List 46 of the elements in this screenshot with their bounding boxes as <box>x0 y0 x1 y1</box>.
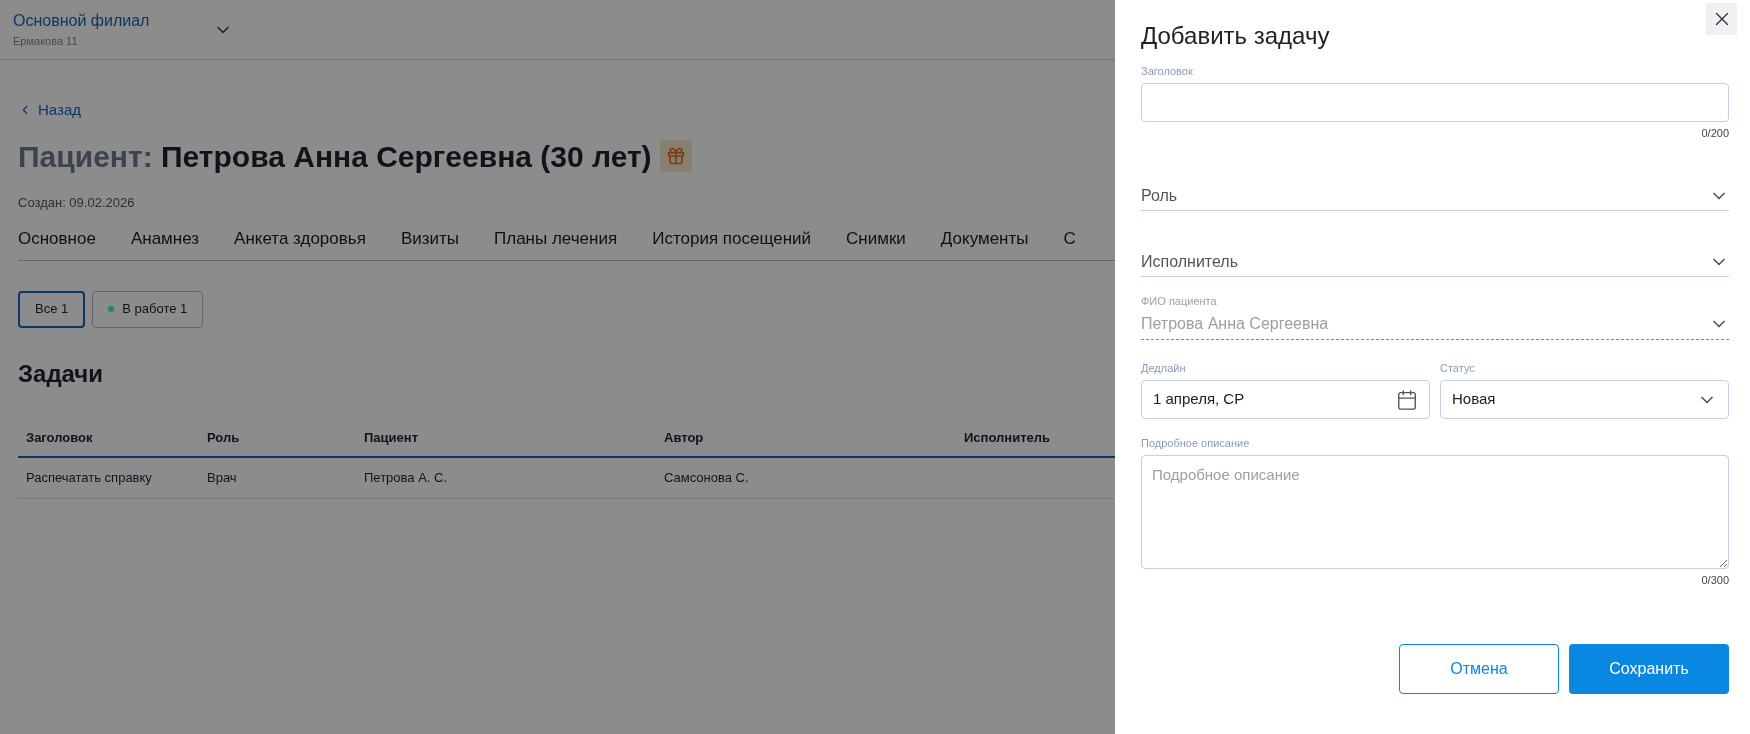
status-select[interactable]: Новая <box>1440 380 1729 419</box>
table-cell-text: Петрова А. С. <box>364 468 449 487</box>
tab[interactable]: Визиты <box>400 226 459 252</box>
tab[interactable]: История посещений <box>652 226 812 252</box>
column-header: Пациент <box>364 428 419 447</box>
select-field[interactable]: Роль <box>1141 181 1729 211</box>
tab[interactable]: Основное <box>18 226 96 252</box>
field-label: Подробное описание <box>1141 436 1251 451</box>
tab[interactable]: С <box>1063 226 1076 252</box>
table-cell-text: Самсонова С. <box>664 468 750 487</box>
char-counter: 0/200 <box>1701 125 1729 141</box>
column-header: Заголовок <box>26 428 94 447</box>
close-button[interactable] <box>1706 3 1737 35</box>
tab[interactable]: Анамнез <box>130 226 200 252</box>
table-cell-text: Врач <box>207 468 238 487</box>
calendar-icon[interactable] <box>1396 388 1418 411</box>
gift-icon[interactable] <box>659 140 692 172</box>
title-input[interactable] <box>1141 82 1729 122</box>
tab[interactable]: Анкета здоровья <box>234 226 366 252</box>
drawer-title: Добавить задачу <box>1141 21 1330 51</box>
column-header: Исполнитель <box>964 428 1051 447</box>
tab[interactable]: Снимки <box>846 226 906 252</box>
column-header: Роль <box>207 428 241 447</box>
save-button[interactable]: Сохранить <box>1569 644 1729 694</box>
branch-address: Ермакова 11 <box>13 34 79 50</box>
date-value: 1 апреля, СР <box>1153 389 1245 410</box>
field-label: ФИО пациента <box>1141 294 1218 309</box>
tab[interactable]: Планы лечения <box>494 226 618 252</box>
field-label: Заголовок <box>1141 64 1194 79</box>
char-counter: 0/300 <box>1701 572 1729 588</box>
back-link[interactable]: Назад <box>18 99 81 122</box>
date-field[interactable]: 1 апреля, СР <box>1141 380 1430 419</box>
column-header: Автор <box>664 428 705 447</box>
cancel-button[interactable]: Отмена <box>1399 644 1559 694</box>
section-title: Задачи <box>18 358 104 389</box>
select-field[interactable]: Исполнитель <box>1141 247 1729 277</box>
branch-name[interactable]: Основной филиал <box>13 9 213 34</box>
filter-button[interactable]: Все 1 <box>18 290 86 328</box>
description-textarea[interactable]: Подробное описание <box>1141 454 1729 569</box>
patient-title: Пациент: Петрова Анна Сергеевна (30 лет) <box>18 138 652 175</box>
table-cell-text: Распечатать справку <box>26 468 153 487</box>
field-label: Статус <box>1440 360 1476 376</box>
filter-button[interactable]: В работе 1 <box>92 290 204 328</box>
created-date: Создан: 09.02.2026 <box>18 193 135 212</box>
field-label: Дедлайн <box>1141 360 1187 376</box>
tab[interactable]: Документы <box>940 226 1029 252</box>
